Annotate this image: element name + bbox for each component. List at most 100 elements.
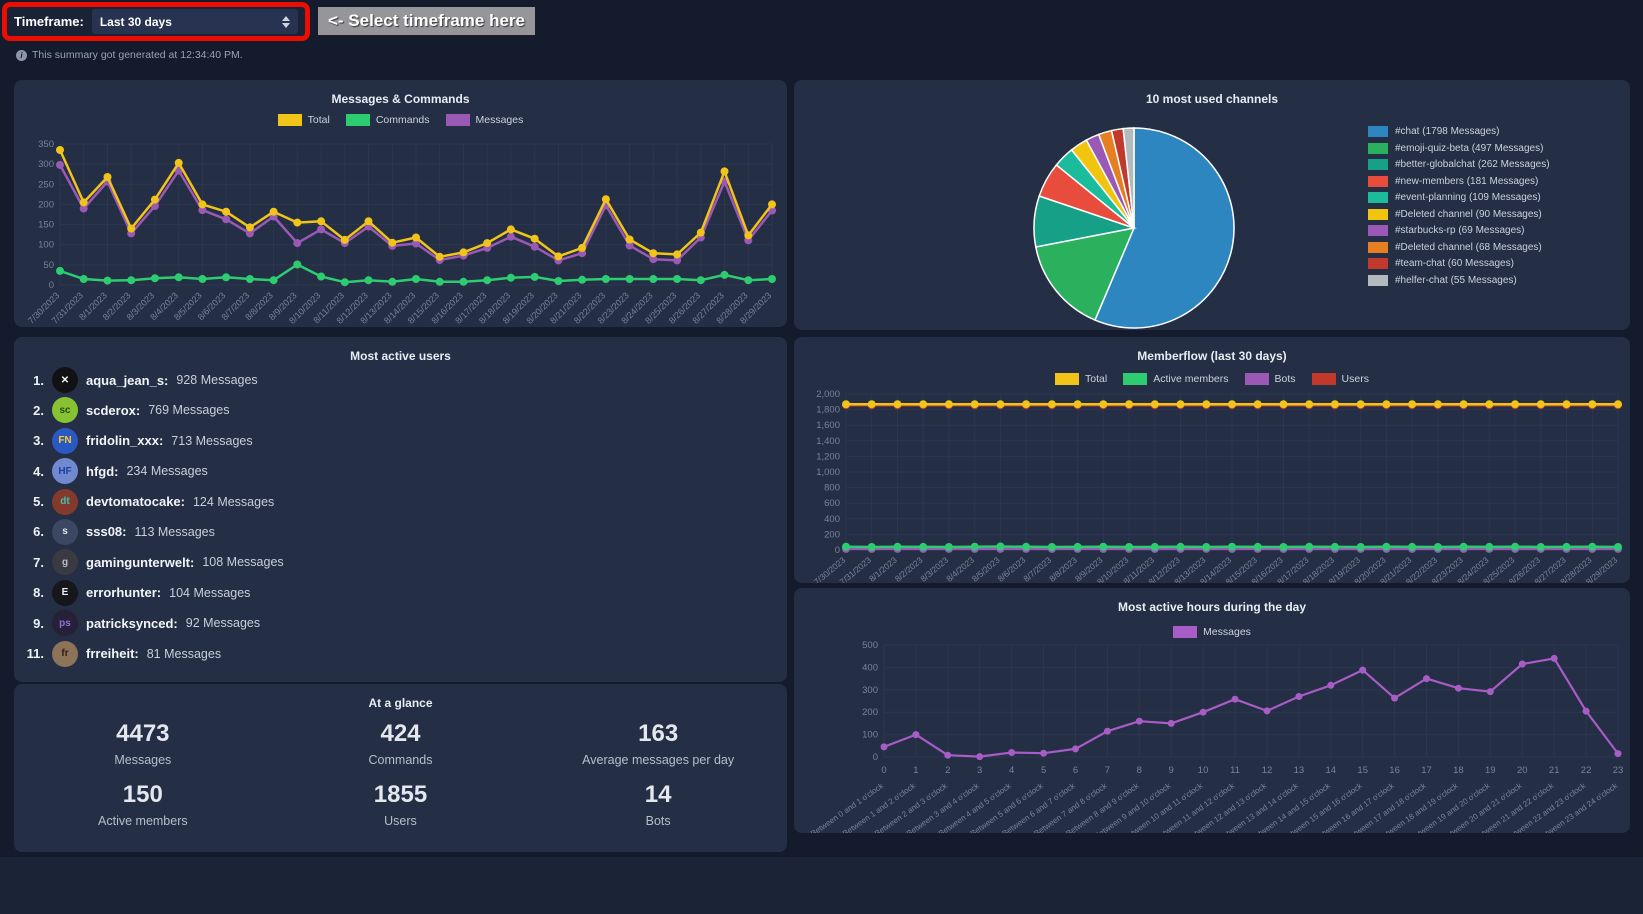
legend-label: #Deleted channel (68 Messages) xyxy=(1395,242,1542,253)
user-name: gamingunterwelt: xyxy=(86,555,194,570)
user-rank: 7. xyxy=(26,555,44,570)
timeframe-highlight-box: Timeframe: Last 30 days xyxy=(2,2,310,41)
svg-text:1,400: 1,400 xyxy=(816,436,840,447)
channels-pie-panel: 10 most used channels #chat (1798 Messag… xyxy=(794,80,1630,330)
timeframe-selected-value: Last 30 days xyxy=(100,15,172,29)
legend-item[interactable]: #chat (1798 Messages) xyxy=(1368,126,1550,137)
svg-text:6: 6 xyxy=(1073,765,1078,776)
svg-text:100: 100 xyxy=(38,240,54,251)
user-name: devtomatocake: xyxy=(86,494,185,509)
generated-note: This summary got generated at 12:34:40 P… xyxy=(32,49,243,61)
memberflow-panel: Memberflow (last 30 days) TotalActive me… xyxy=(794,337,1630,583)
svg-text:1,000: 1,000 xyxy=(816,467,840,478)
legend-label: #new-members (181 Messages) xyxy=(1395,176,1538,187)
svg-text:150: 150 xyxy=(38,220,54,231)
user-row: 6.ssss08:113 Messages xyxy=(26,519,775,545)
svg-text:17: 17 xyxy=(1421,765,1432,776)
svg-text:300: 300 xyxy=(38,159,54,170)
legend-item[interactable]: #starbucks-rp (69 Messages) xyxy=(1368,225,1550,236)
stat-value: 4473 xyxy=(14,720,272,748)
svg-text:9: 9 xyxy=(1169,765,1174,776)
user-name: sss08: xyxy=(86,524,126,539)
svg-text:1,600: 1,600 xyxy=(816,420,840,431)
legend-swatch xyxy=(1368,225,1388,236)
svg-text:19: 19 xyxy=(1485,765,1496,776)
svg-text:11: 11 xyxy=(1230,765,1240,776)
svg-text:2,000: 2,000 xyxy=(816,389,840,400)
user-message-count: 92 Messages xyxy=(186,616,260,630)
stat-value: 424 xyxy=(272,720,530,748)
user-row: 5. dt devtomatocake: 124 Messages xyxy=(26,489,775,515)
user-message-count: 81 Messages xyxy=(147,647,221,661)
most-active-users-panel: Most active users 1.✕aqua_jean_s:928 Mes… xyxy=(14,337,787,682)
legend-swatch xyxy=(1368,126,1388,137)
legend-label: #team-chat (60 Messages) xyxy=(1395,258,1514,269)
legend-item[interactable]: #emoji-quiz-beta (497 Messages) xyxy=(1368,143,1550,154)
legend-item[interactable]: #Deleted channel (90 Messages) xyxy=(1368,209,1550,220)
svg-text:1,800: 1,800 xyxy=(816,405,840,416)
legend-label: #starbucks-rp (69 Messages) xyxy=(1395,225,1525,236)
svg-text:18: 18 xyxy=(1453,765,1464,776)
user-rank: 5. xyxy=(26,494,44,509)
user-rank: 8. xyxy=(26,585,44,600)
user-message-count: 928 Messages xyxy=(176,373,257,387)
at-a-glance-panel: At a glance 4473Messages424Commands163Av… xyxy=(14,684,787,852)
legend-item[interactable]: #Deleted channel (68 Messages) xyxy=(1368,242,1550,253)
user-avatar: fr xyxy=(52,641,78,667)
svg-text:22: 22 xyxy=(1581,765,1592,776)
user-avatar: HF xyxy=(52,458,78,484)
timeframe-select[interactable]: Last 30 days xyxy=(92,9,298,34)
svg-text:400: 400 xyxy=(862,662,878,673)
legend-item[interactable]: #helfer-chat (55 Messages) xyxy=(1368,275,1550,286)
legend-label: #chat (1798 Messages) xyxy=(1395,126,1500,137)
legend-label: #Deleted channel (90 Messages) xyxy=(1395,209,1542,220)
user-rank: 2. xyxy=(26,403,44,418)
stat-block: 150Active members xyxy=(14,781,272,828)
legend-swatch xyxy=(1368,242,1388,253)
user-message-count: 104 Messages xyxy=(169,586,250,600)
user-row: 3.FNfridolin_xxx:713 Messages xyxy=(26,428,775,454)
svg-text:400: 400 xyxy=(824,514,840,525)
user-message-count: 713 Messages xyxy=(171,434,252,448)
user-avatar: ✕ xyxy=(52,367,78,393)
user-row: 2.scscderox:769 Messages xyxy=(26,397,775,423)
svg-text:7: 7 xyxy=(1105,765,1110,776)
legend-swatch xyxy=(1368,258,1388,269)
timeframe-label: Timeframe: xyxy=(14,14,84,29)
svg-text:300: 300 xyxy=(862,685,878,696)
select-arrows-icon xyxy=(282,16,290,28)
legend-label: #emoji-quiz-beta (497 Messages) xyxy=(1395,143,1543,154)
user-message-count: 124 Messages xyxy=(193,495,274,509)
svg-text:15: 15 xyxy=(1357,765,1368,776)
user-message-count: 108 Messages xyxy=(202,555,283,569)
svg-text:500: 500 xyxy=(862,640,878,651)
user-rank: 9. xyxy=(26,616,44,631)
legend-label: #better-globalchat (262 Messages) xyxy=(1395,159,1550,170)
user-avatar: FN xyxy=(52,428,78,454)
svg-text:600: 600 xyxy=(824,498,840,509)
legend-swatch xyxy=(1368,159,1388,170)
svg-text:200: 200 xyxy=(38,199,54,210)
legend-item[interactable]: #new-members (181 Messages) xyxy=(1368,176,1550,187)
user-avatar: ps xyxy=(52,610,78,636)
svg-text:200: 200 xyxy=(824,529,840,540)
messages-commands-panel: Messages & Commands TotalCommandsMessage… xyxy=(14,80,787,327)
svg-text:5: 5 xyxy=(1041,765,1046,776)
stat-label: Messages xyxy=(14,753,272,767)
stat-value: 1855 xyxy=(272,781,530,809)
svg-text:0: 0 xyxy=(49,280,54,291)
svg-text:0: 0 xyxy=(881,765,886,776)
user-row: 8.Eerrorhunter:104 Messages xyxy=(26,580,775,606)
user-avatar: dt xyxy=(52,489,78,515)
stat-label: Bots xyxy=(529,814,787,828)
legend-item[interactable]: #better-globalchat (262 Messages) xyxy=(1368,159,1550,170)
page-footer-strip xyxy=(0,857,1643,914)
legend-item[interactable]: #team-chat (60 Messages) xyxy=(1368,258,1550,269)
legend-item[interactable]: #event-planning (109 Messages) xyxy=(1368,192,1550,203)
stat-value: 14 xyxy=(529,781,787,809)
timeframe-hint-label: <- Select timeframe here xyxy=(318,7,535,35)
stat-value: 163 xyxy=(529,720,787,748)
svg-text:21: 21 xyxy=(1549,765,1560,776)
stat-label: Users xyxy=(272,814,530,828)
user-row: 11.frfrreiheit:81 Messages xyxy=(26,641,775,667)
